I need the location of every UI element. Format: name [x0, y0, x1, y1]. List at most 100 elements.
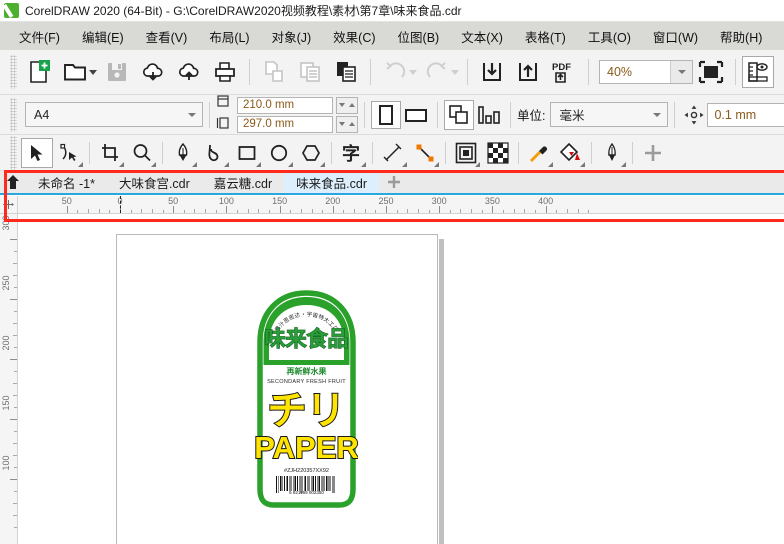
- zoom-dropdown-caret-icon[interactable]: [670, 61, 692, 83]
- menu-view[interactable]: 查看(V): [135, 23, 199, 50]
- cloud-download-icon[interactable]: [135, 54, 171, 90]
- connector-tool[interactable]: [409, 138, 441, 168]
- ruler-tick-minor: [88, 209, 90, 213]
- text-tool[interactable]: 字: [336, 138, 368, 168]
- view-options-icon[interactable]: [742, 56, 774, 88]
- portrait-icon[interactable]: [371, 100, 401, 129]
- dimension-tool[interactable]: [377, 138, 409, 168]
- toolbar-grip[interactable]: [10, 55, 17, 89]
- menu-file[interactable]: 文件(F): [8, 23, 71, 50]
- nudge-distance-field[interactable]: 0.1 mm: [707, 102, 784, 127]
- ruler-tick-minor: [481, 210, 483, 213]
- artwork-subtext-en: SECONDARY FRESH FRUIT: [267, 379, 346, 385]
- vruler-tick-minor: [13, 275, 17, 276]
- zoom-tool[interactable]: [126, 138, 158, 168]
- ruler-tick-minor: [183, 210, 185, 213]
- units-combo[interactable]: 毫米: [550, 102, 669, 127]
- blend-tool[interactable]: [450, 138, 482, 168]
- menu-tools[interactable]: 工具(O): [577, 23, 642, 50]
- pick-tool[interactable]: [21, 137, 53, 168]
- propertybar-grip[interactable]: [10, 97, 17, 132]
- pen-tool[interactable]: [167, 138, 199, 168]
- landscape-icon[interactable]: [401, 101, 431, 129]
- page-height-icon: [216, 116, 230, 135]
- document-page[interactable]: 果汁思密达・宇宙特大工厂 味来食品 再新鲜水果 SECONDARY FRESH …: [116, 234, 438, 544]
- tab-weilai-shipin[interactable]: 味来食品.cdr: [284, 171, 379, 193]
- menu-text[interactable]: 文本(X): [450, 23, 514, 50]
- fill-tool[interactable]: [555, 138, 587, 168]
- new-document-icon[interactable]: [21, 54, 57, 90]
- print-icon[interactable]: [207, 54, 243, 90]
- ruler-tick-major: [386, 206, 387, 213]
- ruler-tick-major: [66, 206, 68, 213]
- freehand-tool[interactable]: [199, 138, 231, 168]
- add-tool-button[interactable]: [637, 138, 669, 168]
- crop-tool[interactable]: [94, 138, 126, 168]
- vruler-label: 100: [1, 455, 11, 471]
- home-arrow-icon[interactable]: [0, 171, 26, 193]
- label-artwork[interactable]: 果汁思密达・宇宙特大工厂 味来食品 再新鲜水果 SECONDARY FRESH …: [253, 290, 360, 512]
- menu-layout[interactable]: 布局(L): [198, 23, 260, 50]
- transparency-tool[interactable]: [482, 138, 514, 168]
- page-size-combo[interactable]: A4: [25, 102, 203, 127]
- menu-help[interactable]: 帮助(H): [709, 23, 773, 50]
- rectangle-tool[interactable]: [231, 138, 263, 168]
- units-caret-icon[interactable]: [647, 103, 667, 126]
- ruler-label: 200: [325, 196, 341, 206]
- cloud-upload-icon[interactable]: [171, 54, 207, 90]
- ruler-label: 100: [218, 196, 234, 206]
- page-size-value: A4: [34, 107, 50, 122]
- menu-bitmap[interactable]: 位图(B): [387, 23, 451, 50]
- ruler-tick-minor: [407, 209, 409, 213]
- ruler-tick-minor: [577, 209, 579, 213]
- add-tab-icon[interactable]: [378, 171, 409, 193]
- ruler-tick-minor: [322, 210, 324, 213]
- zoom-level-combo[interactable]: 40%: [599, 60, 693, 84]
- page-width-field[interactable]: 210.0 mm: [237, 96, 333, 114]
- menu-object[interactable]: 对象(J): [261, 23, 323, 50]
- menu-effects[interactable]: 效果(C): [322, 23, 386, 50]
- page-width-spinner[interactable]: [336, 96, 358, 114]
- toolbox-grip[interactable]: [10, 135, 17, 170]
- propbar-separator-2: [364, 101, 365, 128]
- color-eyedropper-tool[interactable]: [523, 138, 555, 168]
- ruler-tick-major: [332, 206, 334, 213]
- import-icon[interactable]: [474, 54, 510, 90]
- artwork-big-text-1: チリ: [267, 389, 345, 434]
- ruler-label: 400: [538, 196, 554, 206]
- ruler-corner-button[interactable]: [0, 196, 18, 214]
- propbar-separator-4: [510, 101, 511, 128]
- tab-untitled-1[interactable]: 未命名 -1*: [26, 171, 107, 193]
- ellipse-tool[interactable]: [263, 138, 295, 168]
- outline-tool[interactable]: [596, 138, 628, 168]
- ruler-tick-minor: [449, 210, 451, 213]
- ruler-tick-minor: [194, 209, 196, 213]
- tab-dawei-shigong[interactable]: 大味食宫.cdr: [106, 171, 202, 193]
- page-height-spinner[interactable]: [336, 115, 358, 133]
- toolbar-separator-5: [735, 59, 736, 85]
- vruler-label: 300: [1, 215, 11, 231]
- open-folder-icon[interactable]: [57, 54, 93, 90]
- all-pages-icon[interactable]: [444, 99, 474, 130]
- paste-icon[interactable]: [328, 54, 364, 90]
- ruler-tick-minor: [247, 209, 249, 213]
- menu-table[interactable]: 表格(T): [514, 23, 577, 50]
- menu-edit[interactable]: 编辑(E): [71, 23, 135, 50]
- polygon-tool[interactable]: [295, 138, 327, 168]
- shape-tool[interactable]: [53, 138, 85, 168]
- page-height-field[interactable]: 297.0 mm: [237, 115, 333, 133]
- tab-jiayuntang[interactable]: 嘉云糖.cdr: [201, 171, 285, 193]
- horizontal-ruler[interactable]: 50 0 50 100 150 200 250 300 350 400: [18, 196, 784, 214]
- current-page-icon[interactable]: [474, 97, 504, 133]
- drawing-canvas[interactable]: 果汁思密达・宇宙特大工厂 味来食品 再新鲜水果 SECONDARY FRESH …: [19, 215, 784, 544]
- page-size-caret-icon[interactable]: [182, 103, 202, 126]
- ruler-tick-minor: [534, 210, 536, 213]
- ruler-tick-minor: [141, 209, 143, 213]
- ruler-tick-minor: [300, 209, 302, 213]
- ruler-label: 300: [431, 196, 447, 206]
- menu-window[interactable]: 窗口(W): [642, 23, 709, 50]
- fit-page-icon[interactable]: [693, 54, 729, 90]
- vertical-ruler[interactable]: 300 250 200 150 100: [0, 214, 18, 544]
- export-pdf-icon[interactable]: PDF: [546, 54, 582, 90]
- export-icon[interactable]: [510, 54, 546, 90]
